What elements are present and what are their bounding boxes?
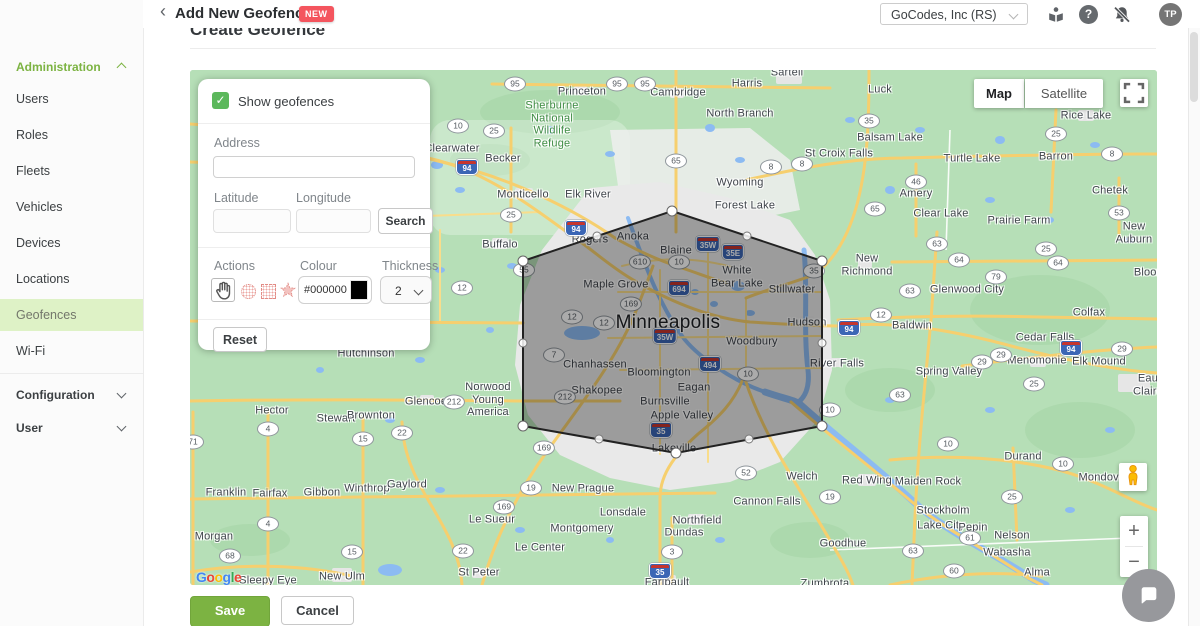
geofence-vertex-handle[interactable] — [518, 421, 528, 431]
sidebar-item-roles[interactable]: Roles — [0, 119, 143, 151]
zoom-in-button[interactable]: + — [1120, 516, 1148, 546]
save-button[interactable]: Save — [190, 596, 270, 626]
address-label: Address — [214, 136, 260, 150]
thickness-label: Thickness — [382, 259, 438, 273]
sidebar-item-vehicles[interactable]: Vehicles — [0, 191, 143, 223]
geofence-vertex-handle[interactable] — [667, 206, 677, 216]
show-geofences-checkbox[interactable]: ✓ — [212, 92, 229, 109]
sidebar-group-configuration[interactable]: Configuration — [16, 388, 95, 402]
sidebar-item-geofences[interactable]: Geofences — [0, 299, 143, 331]
geofence-midpoint-handle[interactable] — [519, 339, 527, 347]
heading-divider — [190, 48, 1156, 49]
geofence-tool-panel: ✓ Show geofences Address Latitude Longit… — [198, 79, 430, 350]
geofence-midpoint-handle[interactable] — [818, 339, 826, 347]
back-button[interactable]: ‹ — [160, 1, 166, 22]
cancel-button[interactable]: Cancel — [281, 596, 354, 625]
sidebar-group-user[interactable]: User — [16, 421, 43, 435]
panel-divider — [198, 123, 430, 124]
colour-input[interactable] — [304, 284, 350, 296]
page-title: Add New Geofence — [175, 5, 312, 22]
colour-label: Colour — [300, 259, 337, 273]
draw-polygon-tool-button[interactable] — [279, 281, 297, 299]
thickness-value: 2 — [395, 284, 402, 298]
chat-bubble-button[interactable] — [1122, 569, 1175, 622]
address-input[interactable] — [213, 156, 415, 178]
colour-swatch[interactable] — [350, 280, 368, 300]
geofence-polygon[interactable] — [523, 211, 822, 453]
panel-divider — [198, 319, 430, 320]
map-canvas[interactable]: Minneapolis Sherburne National Wildlife … — [190, 70, 1157, 585]
panel-divider — [198, 247, 430, 248]
google-logo: Google — [196, 569, 241, 585]
latitude-input[interactable] — [213, 209, 291, 233]
geofence-vertex-handle[interactable] — [817, 256, 827, 266]
thickness-select[interactable]: 2 — [380, 276, 432, 304]
colour-field — [298, 276, 372, 304]
scrollbar-thumb[interactable] — [1190, 32, 1198, 102]
sidebar-section-administration[interactable]: Administration — [16, 60, 101, 74]
bell-slash-icon[interactable] — [1112, 5, 1132, 25]
chevron-down-icon[interactable] — [117, 422, 127, 432]
sidebar-item-locations[interactable]: Locations — [0, 263, 143, 295]
longitude-label: Longitude — [296, 191, 351, 205]
help-icon[interactable]: ? — [1079, 5, 1098, 24]
organization-select-value: GoCodes, Inc (RS) — [891, 8, 997, 22]
scrollbar-track[interactable] — [1188, 28, 1200, 626]
geofence-midpoint-handle[interactable] — [595, 435, 603, 443]
map-type-button[interactable]: Map — [974, 79, 1024, 108]
geofence-midpoint-handle[interactable] — [745, 435, 753, 443]
geofence-midpoint-handle[interactable] — [743, 232, 751, 240]
chevron-down-icon — [1009, 10, 1019, 20]
geofence-vertex-handle[interactable] — [817, 421, 827, 431]
draw-rectangle-tool-button[interactable] — [261, 284, 276, 299]
chevron-down-icon[interactable] — [117, 389, 127, 399]
latitude-label: Latitude — [214, 191, 258, 205]
chevron-down-icon — [414, 286, 424, 296]
pan-tool-button[interactable] — [211, 278, 235, 302]
reset-button[interactable]: Reset — [213, 327, 267, 352]
search-button[interactable]: Search — [378, 208, 433, 234]
new-badge: NEW — [299, 6, 334, 22]
sidebar-divider — [0, 373, 143, 374]
geofence-vertex-handle[interactable] — [671, 448, 681, 458]
organization-select[interactable]: GoCodes, Inc (RS) — [880, 3, 1028, 25]
topbar: ‹ Add New Geofence NEW GoCodes, Inc (RS)… — [143, 0, 1200, 28]
longitude-input[interactable] — [296, 209, 371, 233]
reader-icon[interactable] — [1046, 5, 1066, 25]
sidebar-item-users[interactable]: Users — [0, 83, 143, 115]
geofence-vertex-handle[interactable] — [518, 256, 528, 266]
street-view-pegman-button[interactable] — [1119, 463, 1147, 491]
sidebar-item-devices[interactable]: Devices — [0, 227, 143, 259]
fullscreen-button[interactable] — [1120, 79, 1148, 107]
satellite-type-button[interactable]: Satellite — [1025, 79, 1103, 108]
actions-label: Actions — [214, 259, 255, 273]
show-geofences-label: Show geofences — [238, 94, 334, 109]
user-avatar[interactable]: TP — [1159, 3, 1182, 26]
chevron-up-icon[interactable] — [117, 63, 127, 73]
sidebar-item-fleets[interactable]: Fleets — [0, 155, 143, 187]
geofence-midpoint-handle[interactable] — [593, 232, 601, 240]
zoom-control: + − — [1120, 516, 1148, 577]
sidebar-item-wifi[interactable]: Wi-Fi — [0, 335, 143, 367]
sidebar: Administration Users Roles Fleets Vehicl… — [0, 0, 144, 626]
draw-circle-tool-button[interactable] — [241, 284, 256, 299]
